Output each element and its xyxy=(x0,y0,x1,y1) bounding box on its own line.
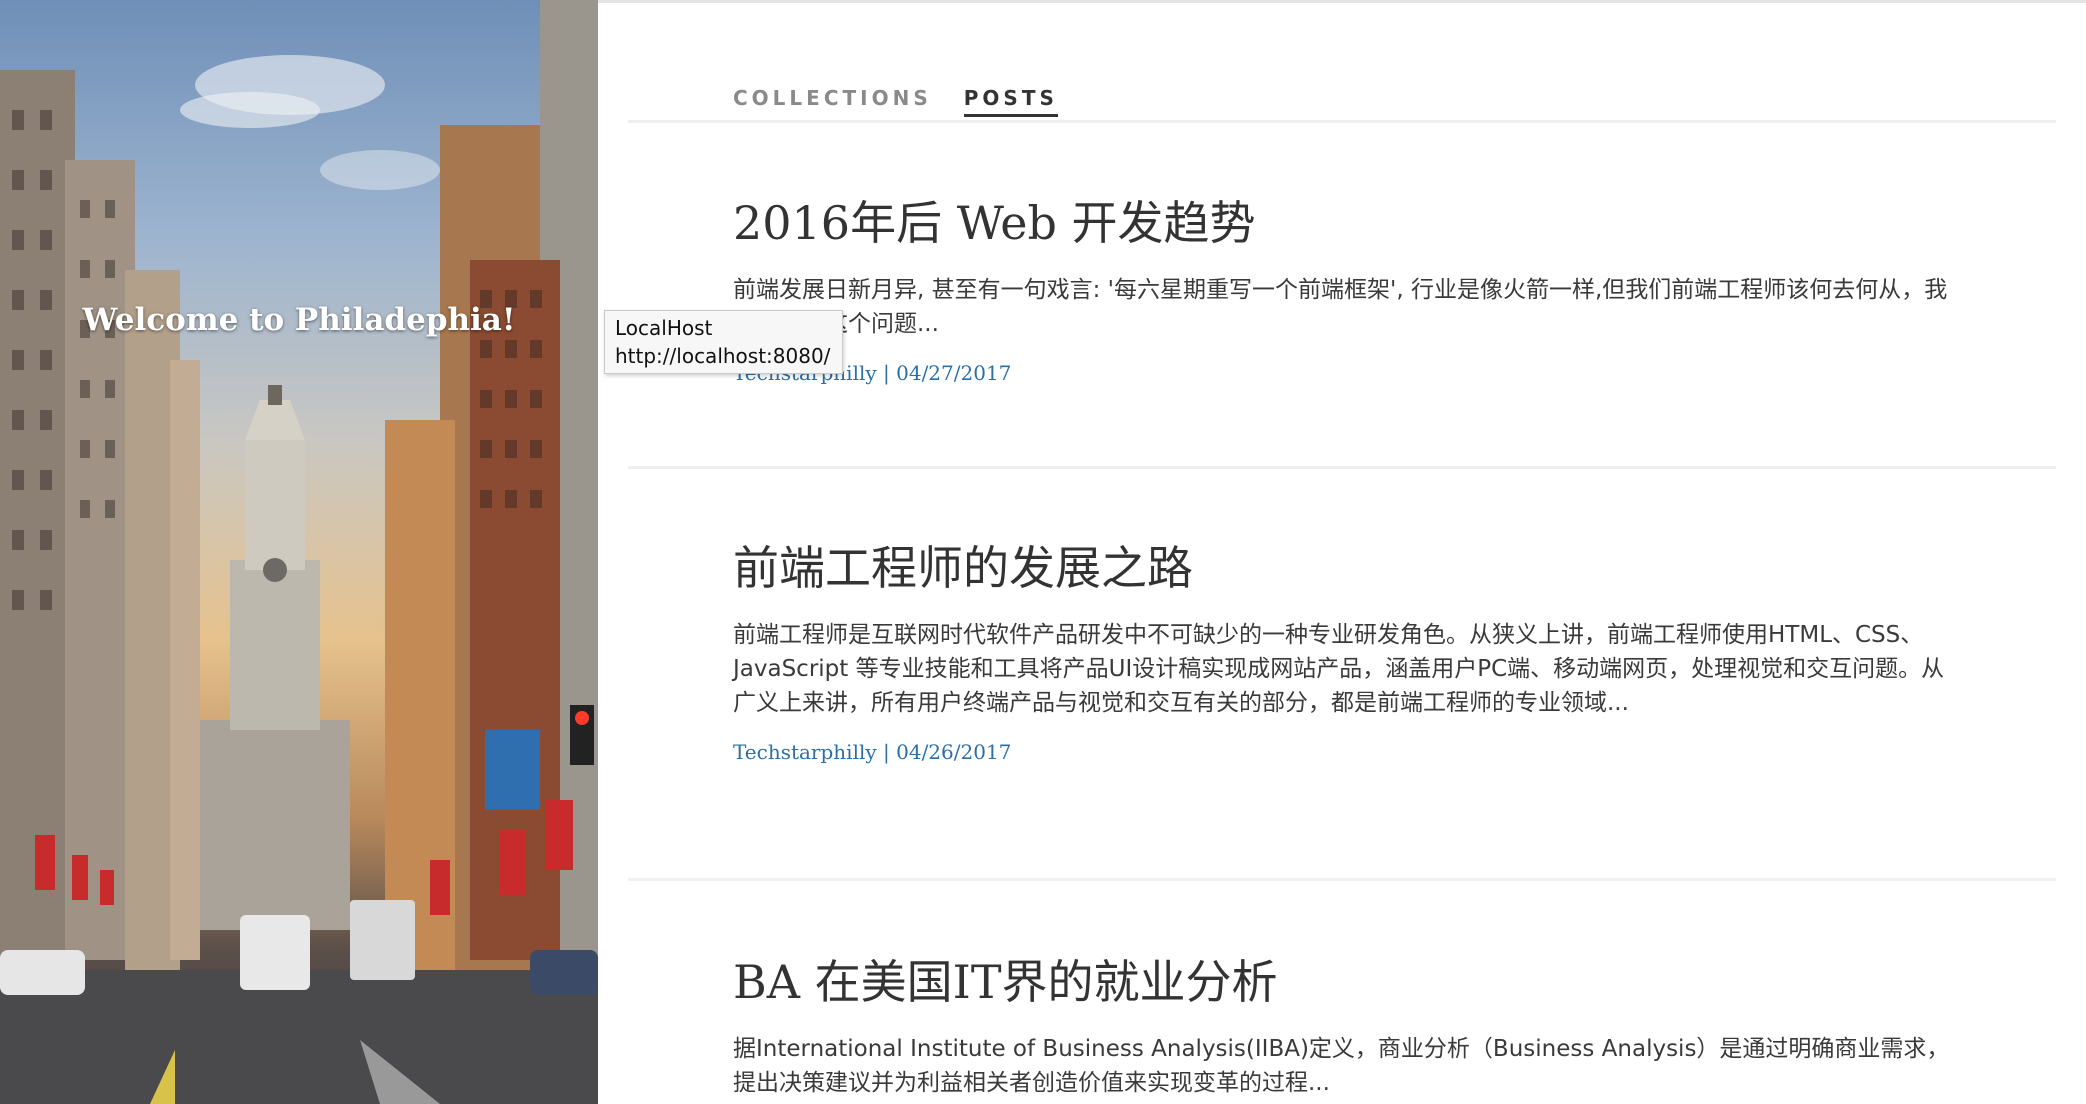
tooltip-url: http://localhost:8080/ xyxy=(615,344,831,368)
hero-title: Welcome to Philadephia! xyxy=(82,302,516,338)
link-tooltip: LocalHost http://localhost:8080/ xyxy=(604,310,844,374)
post-meta-link[interactable]: Techstarphilly | 04/26/2017 xyxy=(733,740,1953,764)
post-item: 前端工程师的发展之路 前端工程师是互联网时代软件产品研发中不可缺少的一种专业研发… xyxy=(733,540,1953,764)
post-item: BA 在美国IT界的就业分析 据International Institute … xyxy=(733,954,1953,1104)
hero-image-panel: Welcome to Philadephia! xyxy=(0,0,598,1104)
section-tabs: COLLECTIONS POSTS xyxy=(733,86,1058,117)
tab-posts[interactable]: POSTS xyxy=(963,86,1058,117)
post-excerpt: 前端工程师是互联网时代软件产品研发中不可缺少的一种专业研发角色。从狭义上讲，前端… xyxy=(733,622,1945,716)
post-excerpt: 前端发展日新月异, 甚至有一句戏言: '每六星期重写一个前端框架', 行业是像火… xyxy=(733,277,1948,337)
post-excerpt: 据International Institute of Business Ana… xyxy=(733,1036,1950,1096)
tooltip-title: LocalHost xyxy=(615,316,713,340)
post-meta-link[interactable]: Techstarphilly | 04/27/2017 xyxy=(733,361,1953,385)
main-content: COLLECTIONS POSTS 2016年后 Web 开发趋势 前端发展日新… xyxy=(598,0,2086,1104)
post-divider xyxy=(628,878,2056,881)
post-title-link[interactable]: 前端工程师的发展之路 xyxy=(733,540,1953,596)
post-title-link[interactable]: BA 在美国IT界的就业分析 xyxy=(733,954,1953,1010)
tab-collections[interactable]: COLLECTIONS xyxy=(733,86,932,117)
post-title-link[interactable]: 2016年后 Web 开发趋势 xyxy=(733,195,1953,251)
page: Welcome to Philadephia! LocalHost http:/… xyxy=(0,0,2086,1104)
city-street-photo xyxy=(0,0,598,1104)
top-border xyxy=(598,0,2086,3)
post-divider xyxy=(628,466,2056,469)
post-item: 2016年后 Web 开发趋势 前端发展日新月异, 甚至有一句戏言: '每六星期… xyxy=(733,195,1953,385)
tabs-divider xyxy=(628,120,2056,123)
